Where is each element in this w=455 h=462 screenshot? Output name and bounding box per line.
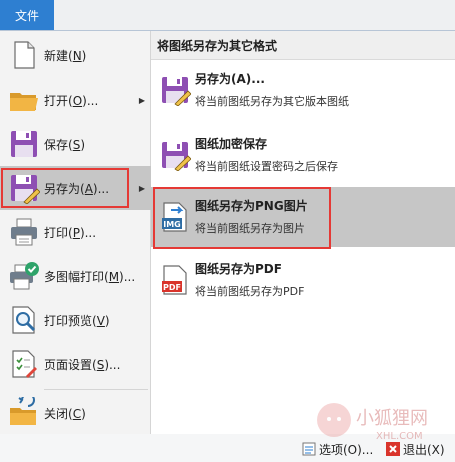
options-button[interactable]: 选项(O)...: [302, 439, 373, 459]
submenu-title: 将图纸另存为其它格式: [151, 31, 455, 60]
menu-item-close[interactable]: 关闭(C): [0, 391, 151, 435]
menu-item-open[interactable]: 打开(O)... ▶: [0, 78, 151, 122]
folder-open-icon: [10, 93, 38, 111]
menu-item-label: 打印(P)...: [44, 225, 97, 240]
watermark-text: 小狐狸网: [356, 408, 428, 429]
left-menu: 新建(N) 打开(O)... ▶ 保存(S) 另存为(A)... ▶ 打印(P)…: [0, 31, 151, 434]
menu-item-label: 页面设置(S)...: [44, 357, 121, 372]
save-as-submenu: 将图纸另存为其它格式 另存为(A)... 将当前图纸另存为其它版本图纸 图纸加密…: [151, 31, 455, 434]
file-tab[interactable]: 文件: [0, 0, 54, 30]
print-preview-icon: [12, 306, 36, 334]
page-setup-icon: [12, 350, 37, 378]
new-document-icon: [14, 41, 35, 69]
submenu-item-title: 另存为(A)...: [195, 72, 265, 86]
pdf-export-icon: PDF: [162, 265, 187, 295]
submenu-arrow-icon: ▶: [138, 183, 145, 193]
svg-text:PDF: PDF: [163, 283, 181, 292]
printer-icon: [11, 218, 37, 246]
exit-button[interactable]: 退出(X): [386, 439, 445, 459]
menu-item-new[interactable]: 新建(N): [0, 33, 151, 77]
menu-item-label: 保存(S): [44, 137, 85, 152]
submenu-item-title: 图纸加密保存: [195, 137, 268, 151]
save-as-disk-icon: [162, 77, 191, 106]
highlight-callout: [1, 168, 129, 208]
exit-label: 退出(X): [403, 442, 445, 457]
menu-item-label: 打开(O)...: [44, 93, 99, 108]
options-label: 选项(O)...: [319, 442, 374, 457]
options-icon: [302, 442, 316, 456]
submenu-item-encrypt-save[interactable]: 图纸加密保存 将当前图纸设置密码之后保存: [151, 125, 455, 185]
watermark-url: XHL.COM: [376, 431, 423, 442]
submenu-item-save-pdf[interactable]: PDF 图纸另存为PDF 将当前图纸另存为PDF: [151, 250, 455, 310]
submenu-item-desc: 将当前图纸另存为PDF: [195, 285, 305, 298]
menu-item-label: 多图幅打印(M)...: [44, 269, 136, 284]
submenu-item-save-as[interactable]: 另存为(A)... 将当前图纸另存为其它版本图纸: [151, 60, 455, 120]
top-bar: 文件: [0, 0, 455, 30]
batch-print-icon: [10, 262, 39, 290]
menu-item-save[interactable]: 保存(S): [0, 122, 151, 166]
close-folder-icon: [10, 397, 36, 425]
submenu-item-desc: 将当前图纸另存为其它版本图纸: [195, 95, 349, 108]
highlight-callout: [153, 187, 331, 249]
file-menu-panel: 新建(N) 打开(O)... ▶ 保存(S) 另存为(A)... ▶ 打印(P)…: [0, 30, 455, 434]
menu-item-batch-print[interactable]: 多图幅打印(M)...: [0, 254, 151, 298]
menu-item-label: 关闭(C): [44, 406, 86, 421]
encrypt-save-icon: [162, 142, 191, 171]
save-disk-icon: [11, 131, 37, 157]
menu-divider: [44, 389, 148, 390]
menu-item-print[interactable]: 打印(P)...: [0, 210, 151, 254]
menu-item-label: 打印预览(V): [44, 313, 110, 328]
menu-item-page-setup[interactable]: 页面设置(S)...: [0, 342, 151, 386]
menu-item-print-preview[interactable]: 打印预览(V): [0, 298, 151, 342]
submenu-arrow-icon: ▶: [138, 95, 145, 105]
submenu-item-title: 图纸另存为PDF: [195, 262, 282, 276]
menu-item-label: 新建(N): [44, 48, 87, 63]
close-icon: [386, 442, 400, 456]
watermark-logo: 小狐狸网 XHL.COM: [317, 403, 428, 442]
submenu-item-desc: 将当前图纸设置密码之后保存: [195, 160, 338, 173]
